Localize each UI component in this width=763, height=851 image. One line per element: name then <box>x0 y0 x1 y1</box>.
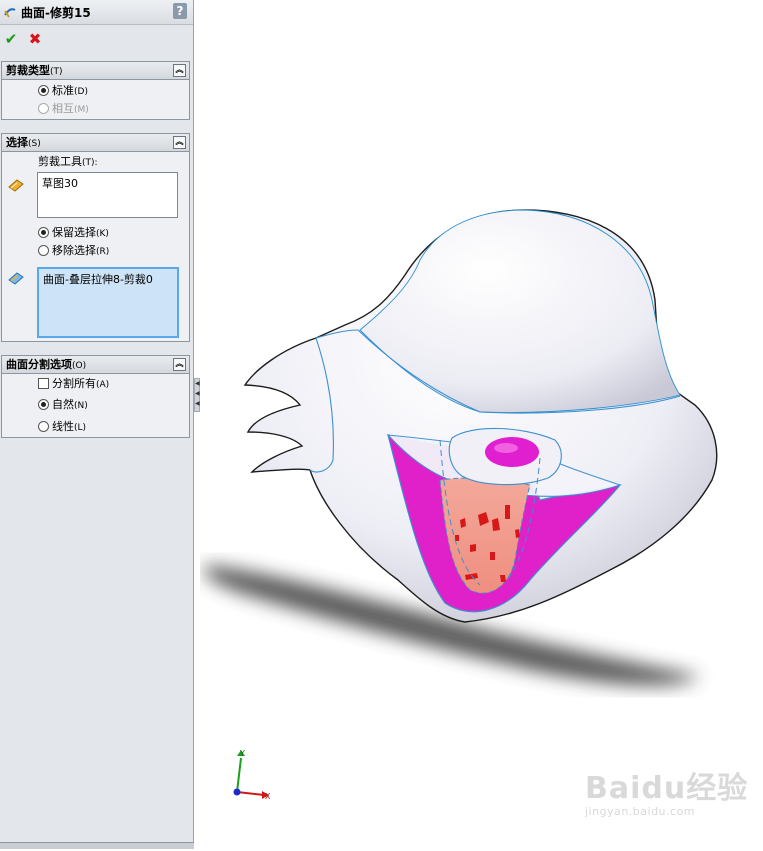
axis-y-label: Y <box>239 749 245 758</box>
selections-group: 选择(S) ︽ 剪裁工具(T): 草图30 保留选择(K) 移除选择(R) 曲面… <box>1 133 190 342</box>
radio-icon <box>38 103 49 114</box>
surface-split-options-group: 曲面分割选项(O) ︽ 分割所有(A) 自然(N) 线性(L) <box>1 355 190 438</box>
radio-icon[interactable] <box>38 245 49 256</box>
panel-title: 曲面-修剪15 <box>21 6 91 20</box>
radio-icon[interactable] <box>38 227 49 238</box>
radio-icon[interactable] <box>38 85 49 96</box>
radio-standard[interactable]: 标准(D) <box>38 83 88 99</box>
trim-tool-label: 剪裁工具(T): <box>38 155 98 168</box>
trim-tool-listbox[interactable]: 草图30 <box>37 172 178 218</box>
trim-tool-value[interactable]: 草图30 <box>42 177 78 190</box>
collapse-up-icon[interactable]: ︽ <box>173 136 186 149</box>
panel-title-bar: 曲面-修剪15 ? <box>0 0 193 25</box>
trim-type-group: 剪裁类型(T) ︽ 标准(D) 相互(M) <box>1 61 190 120</box>
pieces-selection-icon <box>8 272 24 285</box>
nose-highlight <box>494 443 518 453</box>
radio-natural[interactable]: 自然(N) <box>38 397 88 413</box>
watermark-line1: Baidu经验 <box>585 771 749 806</box>
collapse-up-icon[interactable]: ︽ <box>173 358 186 371</box>
collapse-up-icon[interactable]: ︽ <box>173 64 186 77</box>
pieces-to-keep-listbox[interactable]: 曲面-叠层拉伸8-剪裁0 <box>37 267 179 338</box>
radio-keep-selections[interactable]: 保留选择(K) <box>38 225 109 241</box>
checkbox-icon[interactable] <box>38 378 49 389</box>
axis-triad: Y X <box>233 749 271 801</box>
radio-mutual: 相互(M) <box>38 101 89 117</box>
baidu-watermark: Baidu经验 jingyan.baidu.com <box>585 763 748 818</box>
pieces-value[interactable]: 曲面-叠层拉伸8-剪裁0 <box>43 273 153 286</box>
property-manager-panel: 曲面-修剪15 ? ✔ ✖ 剪裁类型(T) ︽ 标准(D) 相互(M) 选择(S)… <box>0 0 194 849</box>
radio-remove-selections[interactable]: 移除选择(R) <box>38 243 109 259</box>
radio-icon[interactable] <box>38 399 49 410</box>
checkbox-split-all[interactable]: 分割所有(A) <box>38 376 109 392</box>
surface-trim-icon <box>4 8 16 18</box>
trim-type-header[interactable]: 剪裁类型(T) ︽ <box>2 62 189 80</box>
surface-split-header[interactable]: 曲面分割选项(O) ︽ <box>2 356 189 374</box>
selections-header[interactable]: 选择(S) ︽ <box>2 134 189 152</box>
radio-icon[interactable] <box>38 421 49 432</box>
model-canvas[interactable]: Y X <box>200 0 763 848</box>
ok-button[interactable]: ✔ <box>2 30 20 48</box>
help-button[interactable]: ? <box>173 3 187 19</box>
cancel-button[interactable]: ✖ <box>26 30 44 48</box>
radio-linear[interactable]: 线性(L) <box>38 419 86 435</box>
graphics-viewport[interactable]: Y X <box>200 0 763 848</box>
selection-pointer-icon <box>8 179 24 192</box>
axis-x-label: X <box>265 792 271 801</box>
ok-cancel-bar: ✔ ✖ <box>2 30 50 48</box>
